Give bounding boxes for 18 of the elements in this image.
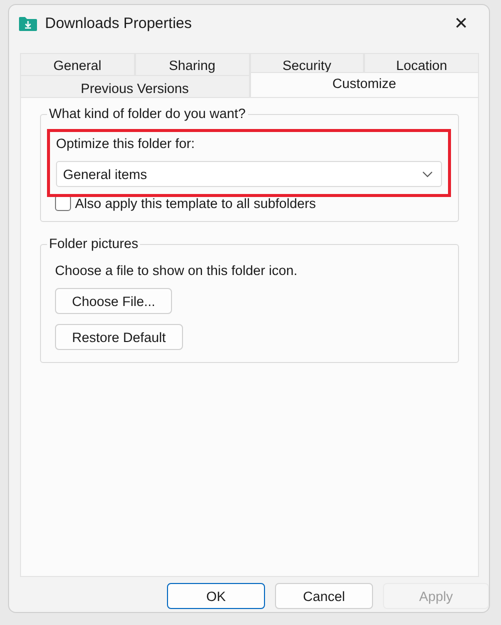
close-button[interactable]: ✕: [443, 8, 479, 38]
window-title: Downloads Properties: [45, 14, 193, 32]
tab[interactable]: Sharing: [134, 53, 250, 75]
dialog-button[interactable]: Cancel: [275, 583, 373, 609]
tab[interactable]: General: [20, 53, 135, 75]
group-title: What kind of folder do you want?: [47, 106, 248, 121]
folder-type-dropdown[interactable]: General items: [56, 161, 442, 187]
checkbox-label: Also apply this template to all subfolders: [75, 196, 316, 210]
chevron-icon: [422, 170, 433, 178]
group-title: Folder pictures: [47, 236, 140, 251]
action-button[interactable]: Restore Default: [55, 324, 183, 350]
optimize-label: Optimize this folder for:: [56, 136, 196, 151]
description-text: Choose a file to show on this folder icon.: [55, 263, 298, 278]
folder-icon: [19, 16, 37, 30]
dialog-button[interactable]: OK: [167, 583, 265, 609]
tab[interactable]: Previous Versions: [20, 75, 250, 97]
action-button[interactable]: Choose File...: [55, 288, 172, 314]
tab[interactable]: Customize: [250, 72, 479, 97]
